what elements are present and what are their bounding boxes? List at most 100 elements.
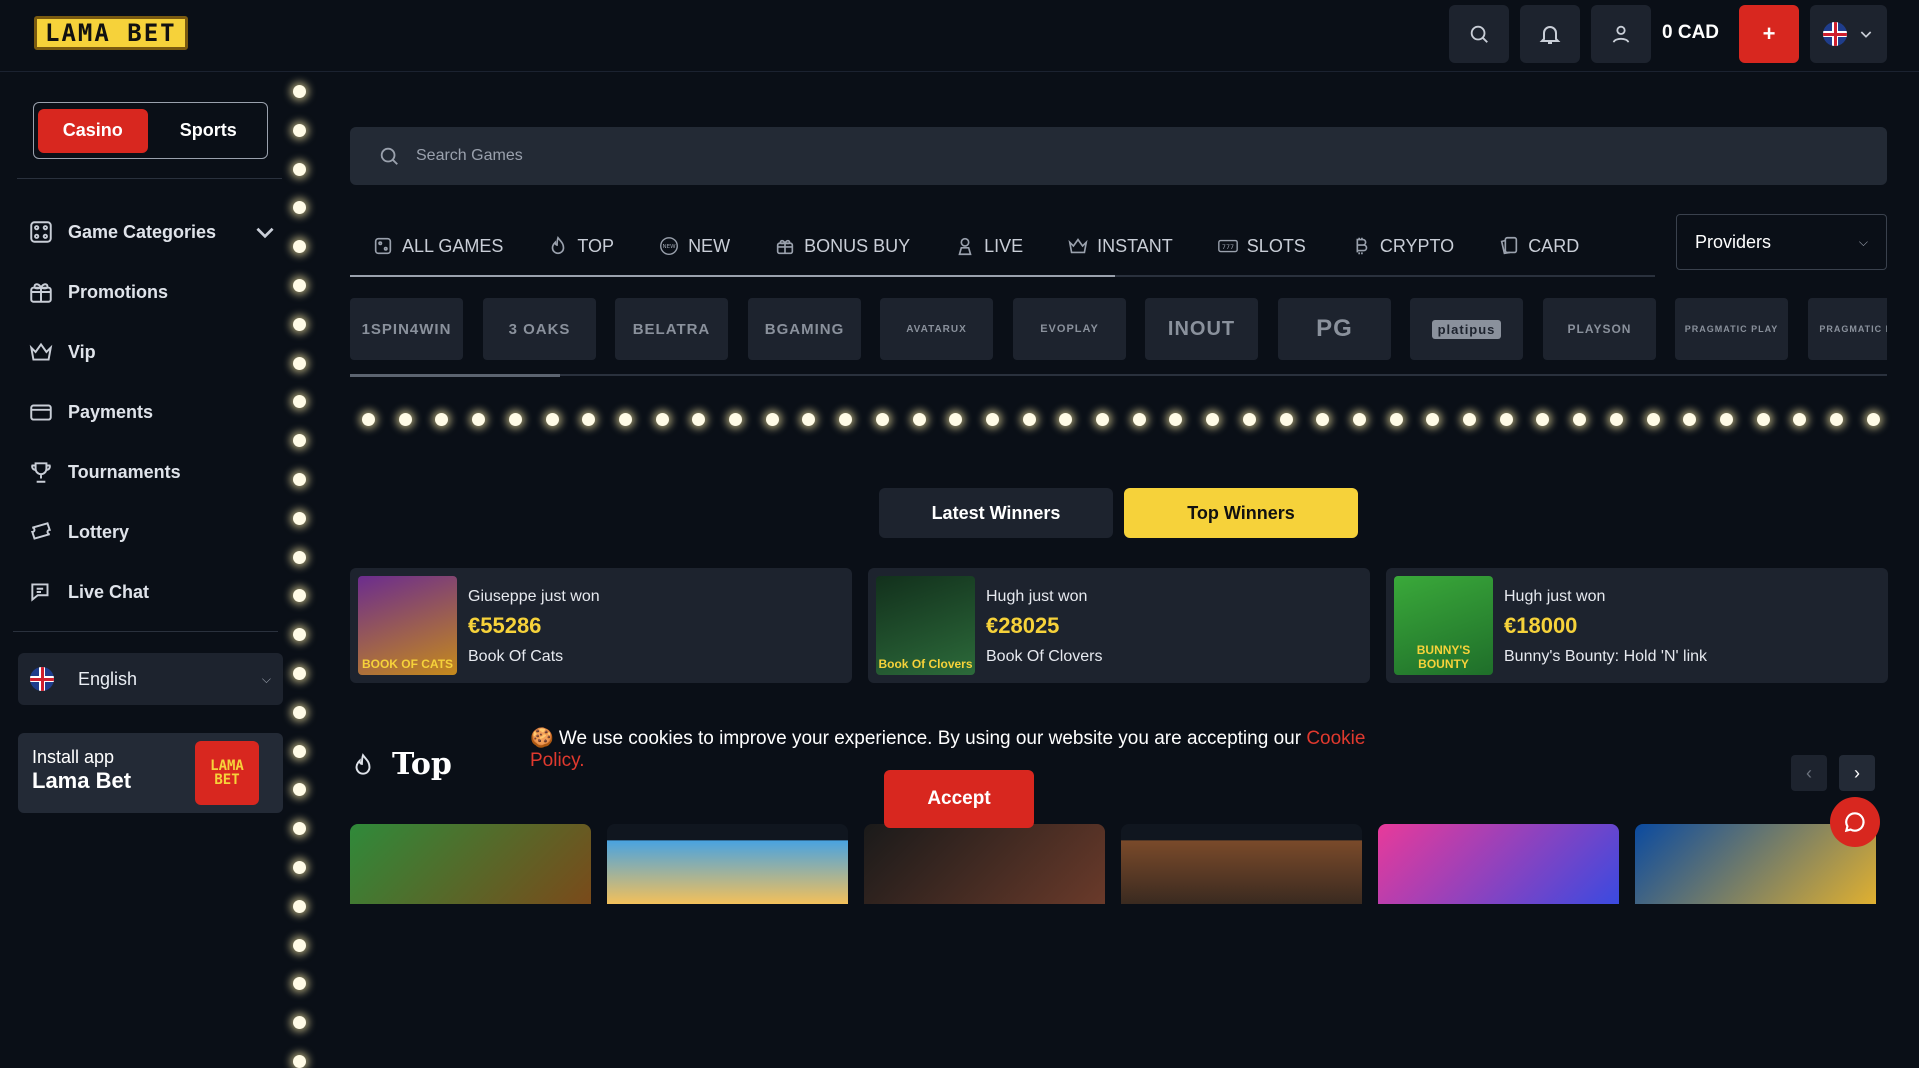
game-card[interactable] [1121,824,1362,904]
winner-amount: €18000 [1504,613,1578,638]
divider [17,178,282,179]
tab-top[interactable]: TOP [525,235,636,257]
game-card[interactable] [1378,824,1619,904]
tab-all-games[interactable]: ALL GAMES [350,235,525,257]
install-app-banner[interactable]: Install app Lama Bet LAMA BET [18,733,283,813]
notifications-button[interactable] [1520,5,1580,63]
sidebar-item-payments[interactable]: Payments [28,382,278,442]
user-icon [1612,25,1630,43]
uk-flag-icon [30,667,54,691]
light-bulb [1389,413,1403,426]
gift-icon [30,283,52,303]
tab-top-winners[interactable]: Top Winners [1124,488,1358,538]
winner-card[interactable]: BUNNY'S BOUNTY Hugh just won €18000 Bunn… [1386,568,1888,683]
provider-logo[interactable]: platipus [1410,298,1523,360]
sidebar-item-promotions[interactable]: Promotions [28,262,278,322]
language-selector-top[interactable] [1810,5,1887,63]
provider-logo[interactable]: EVOPLAY [1013,298,1126,360]
light-bulb [293,977,306,991]
sidebar-item-game-categories[interactable]: Game Categories [28,202,278,262]
logo-text: LAMA BET [45,19,177,47]
game-card[interactable] [864,824,1105,904]
winners-tabs: Latest Winners Top Winners [879,488,1359,540]
provider-logo[interactable]: 3 OAKS [483,298,596,360]
game-card[interactable] [607,824,848,904]
casino-tab[interactable]: Casino [38,108,148,153]
provider-name: PRAGMATIC PLAY [1684,324,1779,334]
tab-bonus-buy[interactable]: BONUS BUY [752,235,932,257]
logo[interactable]: LAMA BET [34,16,188,50]
light-bulb [293,317,306,331]
light-bulb [293,822,306,836]
light-bulb [293,201,306,215]
tab-instant[interactable]: INSTANT [1045,235,1195,257]
tab-new[interactable]: NEW NEW [636,235,752,257]
search-icon [1470,25,1488,43]
divider [13,631,278,632]
sports-tab[interactable]: Sports [154,109,264,153]
cookie-text: 🍪 We use cookies to improve your experie… [530,728,1302,749]
tab-label: BONUS BUY [804,235,911,256]
thumbnail-text: BUNNY'S BOUNTY [1416,643,1471,671]
sidebar-item-label: Lottery [68,521,130,542]
provider-logo[interactable]: PRAGMATIC LIVE [1808,298,1887,360]
light-bulb [1499,413,1513,426]
section-title-top: Top [350,747,452,782]
winner-card[interactable]: BOOK OF CATS Giuseppe just won €55286 Bo… [350,568,852,683]
provider-logo[interactable]: PRAGMATIC PLAY [1675,298,1788,360]
language-selector[interactable]: English ⌵ [18,653,283,705]
chevron-down-icon: ⌵ [1858,234,1868,249]
carousel-next-button[interactable]: › [1839,755,1875,791]
light-bulb [293,899,306,913]
sidebar-item-tournaments[interactable]: Tournaments [28,442,278,502]
provider-logo[interactable]: PG [1278,298,1391,360]
provider-logo[interactable]: INOUT [1145,298,1258,360]
scroll-thumb[interactable] [350,374,560,377]
search-button[interactable] [1449,5,1509,63]
winner-name: Hugh just won [1504,588,1606,605]
light-bulb [293,550,306,564]
provider-logo[interactable]: PLAYSON [1543,298,1656,360]
light-bulb [1352,413,1366,426]
provider-logo[interactable]: 1SPIN4WIN [350,298,463,360]
winner-card[interactable]: Book Of Clovers Hugh just won €28025 Boo… [868,568,1370,683]
providers-label: Providers [1695,231,1772,252]
accept-cookies-button[interactable]: Accept [884,770,1034,828]
sidebar-item-lottery[interactable]: Lottery [28,502,278,562]
chat-bubble-icon [1844,812,1865,833]
light-bulb [1132,413,1146,426]
winner-game: Book Of Cats [468,648,564,665]
providers-dropdown[interactable]: Providers ⌵ [1676,214,1887,270]
provider-logo[interactable]: BGAMING [748,298,861,360]
providers-scrollbar[interactable] [350,374,1887,377]
tab-crypto[interactable]: CRYPTO [1328,235,1476,257]
tab-live[interactable]: LIVE [932,235,1045,257]
light-bulb [912,413,926,426]
provider-logo[interactable]: BELATRA [615,298,728,360]
top-bar: LAMA BET 0 CAD + [0,0,1919,72]
live-chat-button[interactable] [1830,797,1880,847]
provider-logo[interactable]: AVATARUX [880,298,993,360]
tab-card[interactable]: CARD [1476,235,1601,257]
light-bulb [293,123,306,137]
sidebar-item-live-chat[interactable]: Live Chat [28,562,278,622]
sidebar-item-label: Payments [68,401,154,422]
search-input[interactable]: Search Games [416,147,523,165]
slots-icon: 777 [1217,239,1238,253]
profile-button[interactable] [1591,5,1651,63]
carousel-prev-button[interactable]: ‹ [1791,755,1827,791]
deposit-button[interactable]: + [1739,5,1799,63]
search-games-bar[interactable]: Search Games [350,127,1887,185]
tab-latest-winners[interactable]: Latest Winners [879,488,1113,538]
game-card[interactable] [350,824,591,904]
light-bulb [293,395,306,409]
svg-text:NEW: NEW [663,244,677,250]
tab-slots[interactable]: 777 SLOTS [1195,235,1328,257]
sidebar-item-vip[interactable]: Vip [28,322,278,382]
active-tab-indicator [350,275,1115,277]
light-bulb [293,1016,306,1030]
light-bulb [1206,413,1220,426]
light-bulb [655,413,669,426]
game-thumbnail: BUNNY'S BOUNTY [1394,576,1493,675]
thumbnail-text: BOOK OF CATS [361,657,454,671]
